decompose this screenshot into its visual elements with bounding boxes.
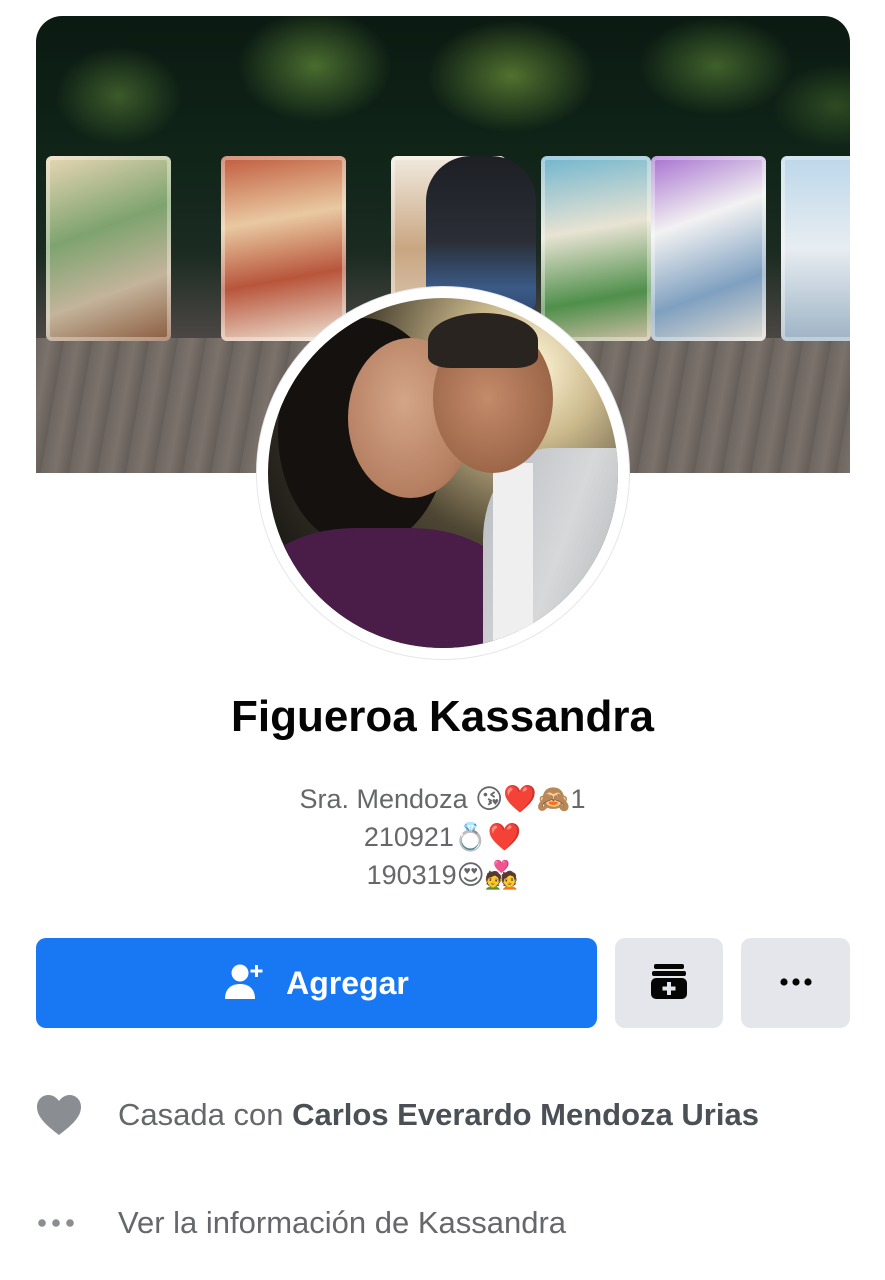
profile-name: Figueroa Kassandra <box>230 692 655 741</box>
more-dots-icon <box>779 974 813 992</box>
add-friend-icon <box>224 963 264 1004</box>
archive-plus-icon <box>650 962 688 1005</box>
avatar-detail <box>493 463 533 648</box>
bio-line: Sra. Mendoza 😘❤️🙈1 <box>299 784 586 814</box>
profile-picture-frame[interactable] <box>257 287 629 659</box>
add-friend-button[interactable]: Agregar <box>36 938 597 1028</box>
see-info-label: Ver la información de Kassandra <box>118 1205 567 1240</box>
relationship-prefix: Casada con <box>118 1097 284 1132</box>
cover-letter-sign <box>541 156 651 341</box>
relationship-row: Casada con Carlos Everardo Mendoza Urias <box>36 1090 856 1140</box>
relationship-text: Casada con Carlos Everardo Mendoza Urias <box>118 1097 759 1133</box>
more-options-button[interactable] <box>741 938 850 1028</box>
profile-bio: Sra. Mendoza 😘❤️🙈1 210921💍❤️ 190319😍💑 <box>0 780 885 894</box>
heart-icon <box>36 1094 118 1136</box>
cover-letter-sign <box>221 156 346 341</box>
avatar-detail <box>428 313 538 368</box>
add-friend-label: Agregar <box>286 964 409 1001</box>
partner-link[interactable]: Carlos Everardo Mendoza Urias <box>292 1097 759 1132</box>
avatar[interactable] <box>268 298 618 648</box>
bio-line: 210921💍❤️ <box>363 822 522 852</box>
cover-letter-sign <box>46 156 171 341</box>
more-dots-icon <box>36 1218 118 1228</box>
bio-line: 190319😍💑 <box>366 860 519 890</box>
see-info-row[interactable]: Ver la información de Kassandra <box>36 1198 856 1248</box>
cover-letter-sign <box>651 156 766 341</box>
cover-letter-sign <box>781 156 850 341</box>
collection-button[interactable] <box>615 938 723 1028</box>
avatar-detail <box>268 528 518 648</box>
